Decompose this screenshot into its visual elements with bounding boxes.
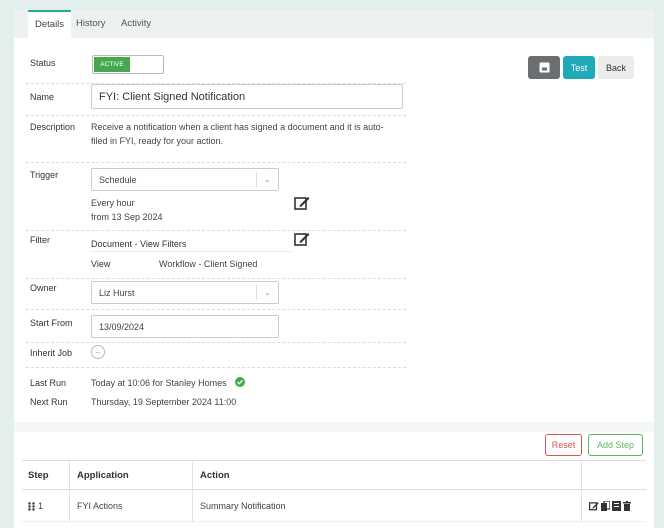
- start-from-label: Start From: [30, 318, 73, 328]
- filter-view-value: Workflow - Client Signed: [159, 259, 258, 269]
- section-gap: [14, 422, 654, 432]
- col-step: Step: [28, 470, 49, 481]
- filter-view-label: View: [91, 259, 111, 269]
- check-circle-icon: [235, 377, 245, 387]
- divider: [26, 342, 406, 343]
- edit-icon[interactable]: [589, 501, 599, 511]
- tab-details[interactable]: Details: [28, 10, 72, 38]
- tab-history[interactable]: History: [76, 10, 106, 38]
- drag-handle-icon[interactable]: [28, 502, 35, 511]
- trigger-select-value: Schedule: [99, 174, 137, 185]
- divider: [26, 309, 406, 310]
- col-application: Application: [77, 470, 129, 481]
- back-button[interactable]: Back: [598, 56, 634, 79]
- next-run-label: Next Run: [30, 397, 68, 407]
- edit-filter-icon[interactable]: [294, 231, 310, 247]
- trigger-label: Trigger: [30, 170, 59, 180]
- owner-select[interactable]: Liz Hurst ⌄: [91, 281, 279, 304]
- trash-icon[interactable]: [623, 501, 631, 511]
- duplicate-icon[interactable]: [612, 501, 621, 511]
- last-run-label: Last Run: [30, 378, 67, 388]
- save-icon: [539, 62, 549, 73]
- status-label: Status: [30, 58, 56, 68]
- chevron-down-icon: ⌄: [256, 285, 278, 300]
- divider: [26, 230, 406, 231]
- name-input[interactable]: FYI: Client Signed Notification: [91, 84, 403, 109]
- divider: [26, 115, 406, 116]
- description-label: Description: [30, 122, 76, 132]
- test-button[interactable]: Test: [563, 56, 595, 79]
- steps-table-header: Step Application Action: [22, 460, 646, 491]
- start-from-value: 13/09/2024: [99, 321, 145, 332]
- status-toggle[interactable]: ACTIVE: [92, 55, 164, 74]
- description-line-1: Receive a notification when a client has…: [91, 122, 384, 132]
- step-number: 1: [38, 501, 44, 511]
- divider: [26, 367, 406, 368]
- name-input-value: FYI: Client Signed Notification: [99, 90, 246, 103]
- inherit-job-checkbox[interactable]: –: [91, 345, 105, 359]
- owner-label: Owner: [30, 283, 57, 293]
- save-icon-button[interactable]: [528, 56, 560, 79]
- tab-bar: Details History Activity: [14, 10, 654, 38]
- col-action: Action: [200, 470, 230, 481]
- step-application: FYI Actions: [77, 501, 123, 511]
- status-active-indicator: ACTIVE: [94, 57, 130, 72]
- dash-icon: –: [95, 347, 101, 357]
- copy-icon[interactable]: [601, 501, 610, 511]
- divider: [26, 278, 406, 279]
- filter-separator: [91, 251, 291, 252]
- next-run-value: Thursday, 19 September 2024 11:00: [91, 397, 237, 407]
- filter-title: Document - View Filters: [91, 239, 187, 249]
- name-label: Name: [30, 92, 55, 102]
- divider: [26, 162, 406, 163]
- table-row[interactable]: 1 FYI Actions Summary Notification: [22, 490, 646, 522]
- workflow-panel: Details History Activity Test Back Statu…: [14, 10, 654, 528]
- step-action: Summary Notification: [200, 501, 286, 511]
- owner-select-value: Liz Hurst: [99, 287, 135, 298]
- last-run-value: Today at 10:06 for Stanley Homes: [91, 378, 227, 388]
- trigger-frequency: Every hour: [91, 198, 135, 208]
- edit-trigger-icon[interactable]: [294, 195, 310, 211]
- inherit-job-label: Inherit Job: [30, 348, 73, 358]
- start-from-input[interactable]: 13/09/2024: [91, 315, 279, 338]
- tab-activity[interactable]: Activity: [121, 10, 151, 38]
- filter-label: Filter: [30, 235, 50, 245]
- add-step-button[interactable]: Add Step: [588, 434, 643, 456]
- trigger-from: from 13 Sep 2024: [91, 212, 163, 222]
- trigger-select[interactable]: Schedule ⌄: [91, 168, 279, 191]
- reset-button[interactable]: Reset: [545, 434, 582, 456]
- chevron-down-icon: ⌄: [256, 172, 278, 187]
- description-line-2: filed in FYI, ready for your action.: [91, 136, 224, 146]
